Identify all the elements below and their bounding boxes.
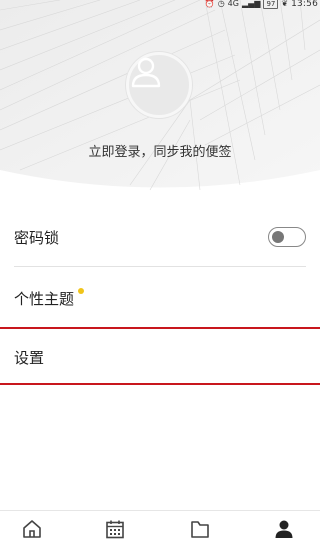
status-time: 13:56 [291, 0, 318, 9]
avatar[interactable] [126, 52, 192, 118]
toggle-knob [272, 230, 284, 243]
new-badge-dot [78, 288, 84, 294]
login-prompt[interactable]: 立即登录，同步我的便签 [0, 141, 320, 160]
nav-calendar[interactable] [95, 511, 135, 547]
settings-label: 设置 [14, 349, 45, 367]
bottom-nav [0, 510, 320, 547]
battery-icon: 97 [263, 0, 279, 9]
home-icon [23, 520, 41, 538]
nav-profile[interactable] [264, 511, 304, 547]
folder-icon [191, 521, 209, 538]
settings-row[interactable]: 设置 [0, 327, 320, 385]
nav-home[interactable] [12, 511, 52, 547]
calendar-icon [106, 520, 124, 539]
signal-4g-icon: 4G [227, 0, 239, 8]
user-icon [131, 57, 161, 88]
password-lock-row: 密码锁 [0, 210, 320, 266]
theme-label: 个性主题 [14, 290, 75, 308]
alarm-icon: ⏰ [204, 0, 215, 8]
theme-row[interactable]: 个性主题 [0, 267, 320, 327]
leaf-icon: ❦ [281, 0, 289, 8]
password-lock-label: 密码锁 [14, 229, 60, 247]
nav-folder[interactable] [180, 511, 220, 547]
profile-header: 立即登录，同步我的便签 [0, 0, 320, 200]
profile-icon [275, 520, 293, 538]
password-lock-toggle[interactable] [268, 227, 306, 247]
signal-bars-icon: ▂▄▆ [241, 0, 261, 8]
clock-icon: ◷ [217, 0, 225, 8]
status-bar: ⏰ ◷ 4G ▂▄▆ 97 ❦ 13:56 [0, 0, 320, 10]
